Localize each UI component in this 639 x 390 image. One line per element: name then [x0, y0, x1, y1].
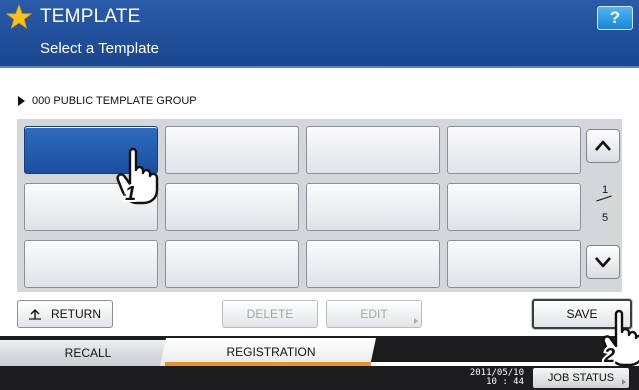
tab-recall-label: RECALL [64, 346, 112, 360]
page-up-button[interactable] [586, 129, 620, 163]
job-status-button[interactable]: JOB STATUS [533, 368, 629, 388]
total-pages: 5 [601, 212, 609, 224]
current-page: 1 [601, 184, 609, 196]
help-button[interactable]: ? [597, 6, 633, 30]
template-slot-9[interactable] [24, 240, 158, 288]
star-icon [6, 4, 32, 29]
delete-button[interactable]: DELETE [222, 300, 318, 328]
job-status-label: JOB STATUS [547, 372, 615, 384]
template-slot-11[interactable] [306, 240, 440, 288]
template-slot-3[interactable] [306, 126, 440, 174]
callout-number-2: 2 [602, 343, 617, 368]
page-title: TEMPLATE [40, 6, 141, 27]
pointing-hand-icon: 1 [116, 147, 159, 206]
edit-label: EDIT [360, 307, 388, 321]
time-text: 10 : 44 [486, 377, 524, 387]
template-slot-6[interactable] [165, 183, 299, 231]
chevron-down-icon [595, 257, 611, 268]
template-slot-4[interactable] [447, 126, 581, 174]
template-slot-2[interactable] [165, 126, 299, 174]
template-group-label: 000 PUBLIC TEMPLATE GROUP [18, 95, 197, 107]
template-slot-12[interactable] [447, 240, 581, 288]
return-label: RETURN [51, 307, 101, 321]
svg-text:1: 1 [125, 183, 136, 205]
svg-text:2: 2 [603, 345, 615, 367]
tab-recall[interactable]: RECALL [0, 340, 176, 366]
edit-button[interactable]: EDIT [326, 300, 422, 328]
save-label: SAVE [566, 307, 598, 321]
date-time: 2011/05/10 10 : 44 [462, 369, 524, 387]
submenu-corner-icon [414, 318, 418, 324]
triangle-right-icon [18, 96, 25, 106]
pointing-hand-icon: 2 [602, 309, 639, 368]
header-divider [0, 66, 639, 68]
submenu-corner-icon [622, 379, 626, 385]
title-bar: TEMPLATE Select a Template ? [0, 0, 639, 66]
page-down-button[interactable] [586, 245, 620, 279]
template-slot-10[interactable] [165, 240, 299, 288]
template-group-name: 000 PUBLIC TEMPLATE GROUP [32, 95, 197, 107]
delete-label: DELETE [246, 307, 294, 321]
return-arrow-icon [29, 309, 41, 320]
template-slot-7[interactable] [306, 183, 440, 231]
return-button[interactable]: RETURN [17, 300, 113, 328]
chevron-up-icon [595, 140, 611, 151]
page-subtitle: Select a Template [40, 40, 159, 57]
tab-registration-label: REGISTRATION [226, 345, 316, 359]
template-slot-8[interactable] [447, 183, 581, 231]
callout-number-1: 1 [123, 181, 138, 206]
